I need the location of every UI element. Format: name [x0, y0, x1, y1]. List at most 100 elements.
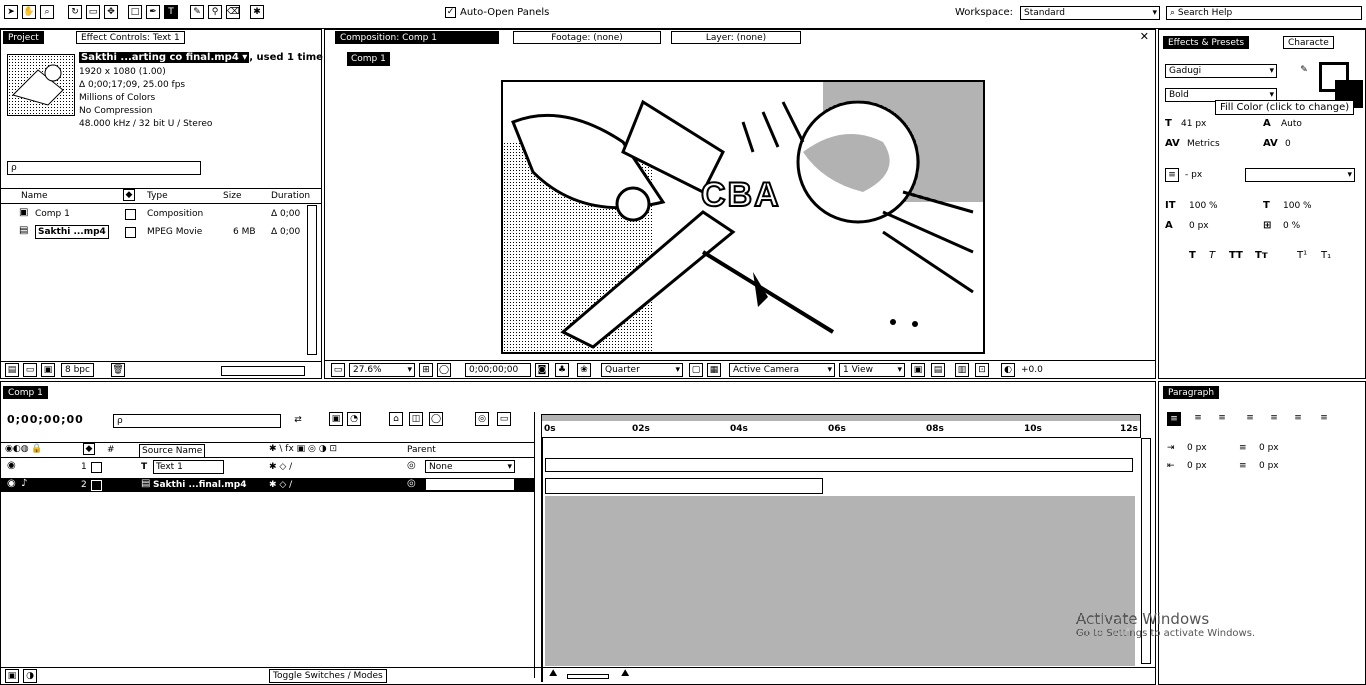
kerning-value[interactable]: Metrics	[1187, 138, 1220, 150]
stroke-width-value[interactable]: - px	[1185, 169, 1202, 181]
tab-layer[interactable]: Layer: (none)	[671, 31, 801, 44]
brainstorm-icon[interactable]: ◎	[475, 412, 489, 426]
eyedropper-icon[interactable]: ✎	[1297, 64, 1311, 78]
tab-footage[interactable]: Footage: (none)	[513, 31, 661, 44]
resolution-select[interactable]: Quarter ▾	[601, 363, 683, 377]
col-number[interactable]: #	[107, 444, 115, 456]
justify-last-center-icon[interactable]: ≡	[1267, 412, 1281, 426]
leading-value[interactable]: Auto	[1281, 118, 1302, 130]
pen-tool-icon[interactable]: ✒	[146, 5, 160, 19]
faux-bold-button[interactable]: T	[1189, 250, 1196, 262]
interpret-footage-icon[interactable]: ▤	[5, 363, 19, 377]
hand-tool-icon[interactable]: ✋	[22, 5, 36, 19]
col-duration[interactable]: Duration	[271, 190, 310, 202]
parent-select[interactable]: None ▾	[425, 478, 515, 491]
space-before-value[interactable]: 0 px	[1259, 442, 1279, 454]
horizontal-scale-value[interactable]: 100 %	[1283, 200, 1312, 212]
font-size-value[interactable]: 41 px	[1181, 118, 1206, 130]
auto-open-checkbox[interactable]: ✓	[445, 7, 456, 18]
bpc-button[interactable]: 8 bpc	[61, 363, 94, 377]
col-parent[interactable]: Parent	[407, 444, 436, 456]
parent-pick-whip-icon[interactable]: ◎	[407, 460, 416, 471]
align-left-icon[interactable]: ≡	[1167, 412, 1181, 426]
color-channel-icon[interactable]: ❀	[577, 363, 591, 377]
parent-select[interactable]: None ▾	[425, 460, 515, 473]
visibility-eye-icon[interactable]: ◉	[7, 460, 16, 471]
graph-editor-icon[interactable]: ◯	[429, 412, 443, 426]
pan-behind-tool-icon[interactable]: ✥	[104, 5, 118, 19]
label-swatch[interactable]	[125, 227, 136, 238]
hide-shy-icon[interactable]: ◔	[347, 412, 361, 426]
layer-row-text[interactable]: ◉ 1 T Text 1 ✱ ◇ / ◎ None ▾	[1, 460, 534, 474]
snapshot-icon[interactable]: ◙	[535, 363, 549, 377]
camera-select[interactable]: Active Camera ▾	[729, 363, 835, 377]
small-caps-button[interactable]: Tт	[1255, 250, 1268, 262]
viewer-timecode[interactable]: 0;00;00;00	[465, 363, 531, 377]
indent-left-value[interactable]: 0 px	[1187, 442, 1207, 454]
motion-blur-icon[interactable]: ◫	[409, 412, 423, 426]
delete-icon[interactable]: 🗑	[111, 363, 125, 377]
tab-effect-controls[interactable]: Effect Controls: Text 1	[76, 31, 185, 44]
arrow-tool-icon[interactable]: ➤	[4, 5, 18, 19]
puppet-tool-icon[interactable]: ✱	[250, 5, 264, 19]
expand-layer-switches-icon[interactable]: ▣	[5, 669, 19, 683]
layer-switches[interactable]: ✱ ◇ /	[269, 479, 292, 491]
align-right-icon[interactable]: ≡	[1215, 412, 1229, 426]
zoom-in-icon[interactable]: ⛰	[621, 668, 629, 679]
label-swatch[interactable]	[91, 480, 102, 491]
frame-blending-icon[interactable]: ⌂	[389, 412, 403, 426]
live-update-icon[interactable]: ▭	[497, 412, 511, 426]
label-swatch[interactable]	[91, 462, 102, 473]
eraser-tool-icon[interactable]: ⌫	[226, 5, 240, 19]
timeline-timecode[interactable]: 0;00;00;00	[7, 414, 84, 426]
search-help-input[interactable]: ⌕ Search Help	[1166, 6, 1362, 20]
zoom-select[interactable]: 27.6% ▾	[349, 363, 415, 377]
transparency-grid-icon[interactable]: ▦	[707, 363, 721, 377]
current-time-indicator[interactable]	[541, 438, 543, 682]
mask-icon[interactable]: ◯	[437, 363, 451, 377]
subscript-button[interactable]: T₁	[1321, 250, 1331, 262]
audio-icon[interactable]: ♪	[21, 478, 27, 489]
camera-tool-icon[interactable]: ▭	[86, 5, 100, 19]
new-folder-icon[interactable]: ▭	[23, 363, 37, 377]
superscript-button[interactable]: T¹	[1297, 250, 1307, 262]
justify-last-left-icon[interactable]: ≡	[1243, 412, 1257, 426]
toggle-pixel-aspect-icon[interactable]: ▣	[911, 363, 925, 377]
work-area-bar[interactable]	[542, 415, 1140, 421]
project-scrollbar[interactable]	[307, 205, 317, 355]
project-search-input[interactable]: ρ	[7, 161, 201, 175]
brush-tool-icon[interactable]: ✎	[190, 5, 204, 19]
justify-all-icon[interactable]: ≡	[1317, 412, 1331, 426]
project-h-scrollbar[interactable]	[221, 366, 305, 376]
layer-switches[interactable]: ✱ ◇ /	[269, 461, 292, 473]
col-name[interactable]: Name	[21, 190, 48, 202]
expand-transfer-controls-icon[interactable]: ◑	[23, 669, 37, 683]
new-composition-icon[interactable]: ▣	[41, 363, 55, 377]
grid-icon[interactable]: ⊞	[419, 363, 433, 377]
project-item-footage[interactable]: ▤ Sakthi ...mp4 MPEG Movie 6 MB Δ 0;00	[1, 225, 306, 239]
flowchart-icon[interactable]: ⊡	[975, 363, 989, 377]
tab-paragraph[interactable]: Paragraph	[1163, 386, 1220, 399]
tsume-value[interactable]: 0 %	[1283, 220, 1300, 232]
col-source-name[interactable]: Source Name	[139, 444, 206, 458]
label-swatch[interactable]	[125, 209, 136, 220]
indent-right-value[interactable]: 0 px	[1187, 460, 1207, 472]
always-preview-icon[interactable]: ▭	[331, 363, 345, 377]
tab-character[interactable]: Characte	[1283, 36, 1334, 49]
stroke-style-select[interactable]: ▾	[1245, 168, 1355, 182]
align-center-icon[interactable]: ≡	[1191, 412, 1205, 426]
reset-exposure-icon[interactable]: ◐	[1001, 363, 1015, 377]
tab-effects-presets[interactable]: Effects & Presets	[1163, 36, 1250, 49]
draft-3d-icon[interactable]: ▣	[329, 412, 343, 426]
workspace-select[interactable]: Standard ▾	[1020, 6, 1160, 20]
col-type[interactable]: Type	[147, 190, 168, 202]
rectangle-tool-icon[interactable]: □	[128, 5, 142, 19]
type-tool-icon[interactable]: T	[164, 5, 178, 19]
tab-project[interactable]: Project	[3, 31, 44, 44]
tracking-value[interactable]: 0	[1285, 138, 1291, 150]
views-select[interactable]: 1 View ▾	[839, 363, 905, 377]
all-caps-button[interactable]: TT	[1229, 250, 1243, 262]
visibility-eye-icon[interactable]: ◉	[7, 478, 16, 489]
parent-pick-whip-icon[interactable]: ◎	[407, 478, 416, 489]
vertical-scale-value[interactable]: 100 %	[1189, 200, 1218, 212]
